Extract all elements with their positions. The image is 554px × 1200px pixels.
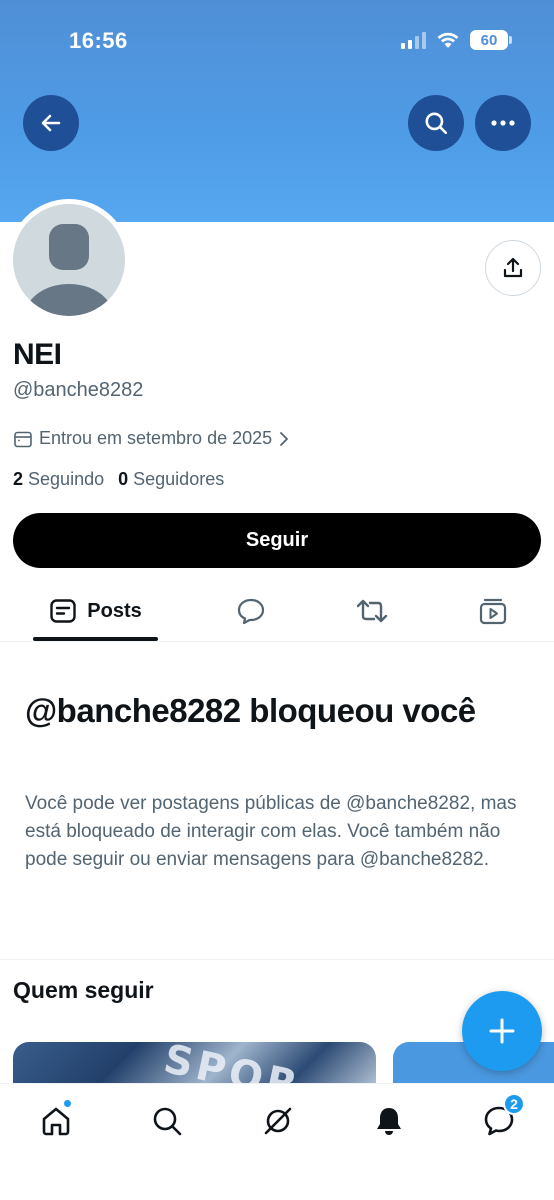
status-time: 16:56 [69,28,128,53]
blocked-title: @banche8282 bloqueou você [25,692,476,729]
search-icon [425,112,448,135]
nav-grok[interactable] [256,1099,300,1143]
who-to-follow-title: Quem seguir [13,977,154,1003]
search-button[interactable] [408,95,464,151]
joined-text: Entrou em setembro de 2025 [39,428,273,448]
status-icons: 60 [401,30,512,50]
profile-tabs: Posts [0,580,554,642]
wifi-icon [437,32,459,48]
signal-icon [401,31,426,49]
calendar-icon [14,431,32,447]
plus-icon [489,1018,515,1044]
bottom-navigation: 2 [0,1083,554,1200]
more-button[interactable] [475,95,531,151]
following-link[interactable]: 2 Seguindo [13,469,104,490]
search-icon [153,1107,182,1136]
profile-banner: 16:56 60 [0,0,554,222]
nav-search[interactable] [145,1099,189,1143]
reposts-icon [356,599,388,623]
tab-posts[interactable]: Posts [33,580,158,642]
tab-posts-label: Posts [87,599,142,622]
share-icon [503,257,523,278]
arrow-left-icon [41,114,61,132]
notifications-icon [377,1108,401,1135]
follow-button[interactable]: Seguir [13,513,541,568]
more-icon [491,120,515,126]
default-avatar-icon [13,204,125,316]
posts-icon [50,599,76,623]
media-icon [479,598,507,625]
messages-badge: 2 [503,1093,525,1115]
profile-name: NEI [13,338,62,371]
grok-icon [264,1107,292,1135]
nav-notifications[interactable] [367,1099,411,1143]
tab-reposts[interactable] [347,580,397,642]
compose-button[interactable] [462,991,542,1071]
share-button[interactable] [485,240,541,296]
active-tab-indicator [33,637,158,641]
tab-media[interactable] [468,580,518,642]
nav-messages[interactable]: 2 [477,1093,525,1143]
avatar[interactable] [8,199,130,321]
joined-date[interactable]: Entrou em setembro de 2025 [13,428,290,449]
tab-replies[interactable] [226,580,276,642]
back-button[interactable] [23,95,79,151]
home-icon [42,1107,70,1136]
home-notification-dot [63,1099,72,1108]
section-divider [0,959,554,960]
blocked-description: Você pode ver postagens públicas de @ban… [25,793,517,870]
replies-icon [237,598,265,625]
followers-link[interactable]: 0 Seguidores [118,469,224,490]
follow-stats: 2 Seguindo 0 Seguidores [13,469,224,490]
nav-home[interactable] [34,1099,78,1143]
profile-handle: @banche8282 [13,379,144,401]
chevron-right-icon [280,431,289,446]
battery-indicator: 60 [470,30,512,50]
